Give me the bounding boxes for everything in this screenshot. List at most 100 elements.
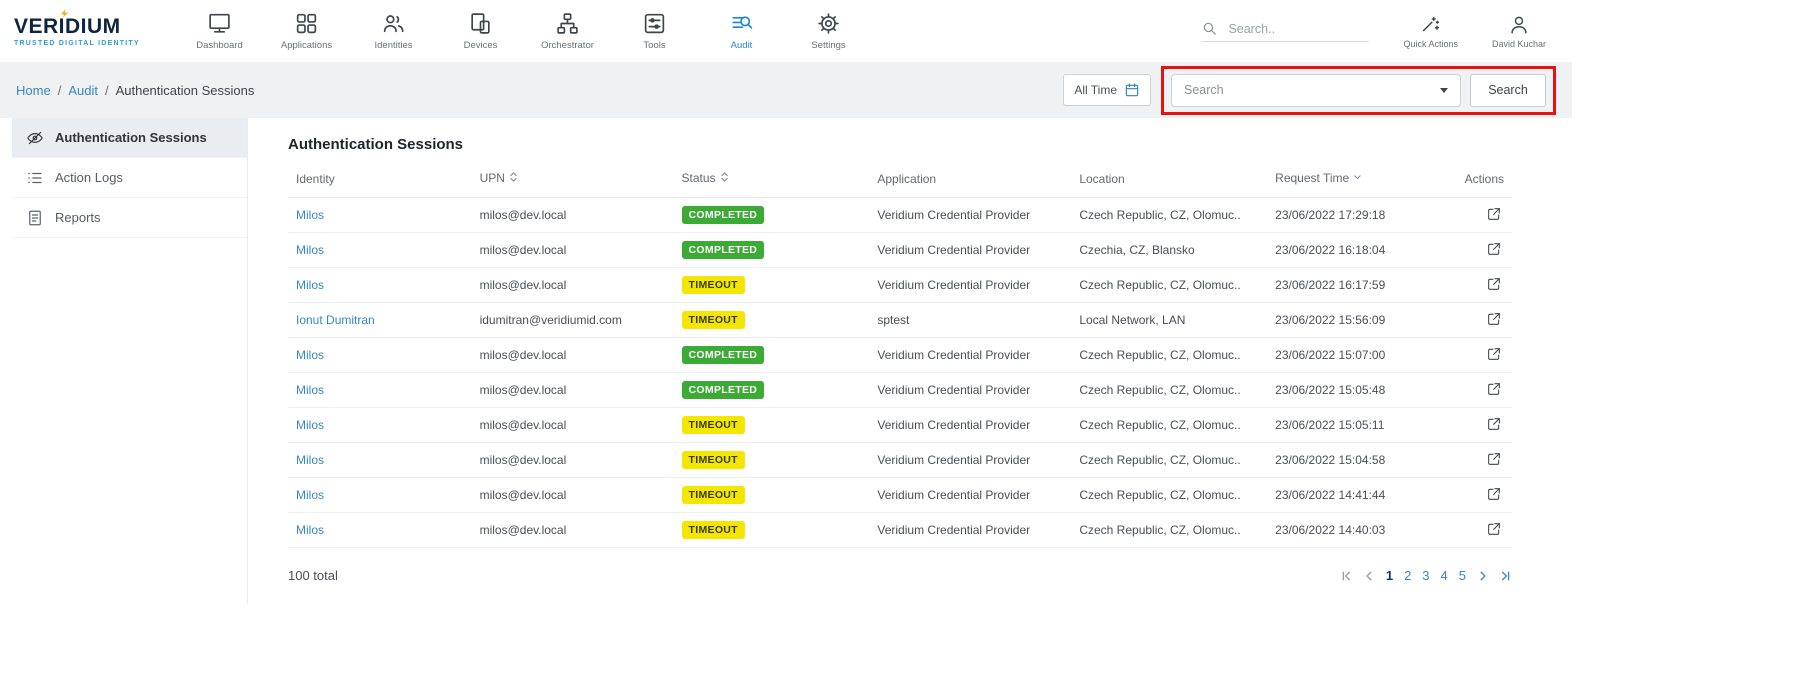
status-badge: TIMEOUT <box>682 276 745 294</box>
chevron-down-icon <box>1440 88 1448 93</box>
sidebar-item-label: Reports <box>55 210 101 225</box>
logo-text: VERIDIUM <box>14 15 121 38</box>
time-filter-label: All Time <box>1074 83 1117 97</box>
upn-cell: milos@dev.local <box>472 478 674 513</box>
quick-actions-icon <box>1420 14 1442 36</box>
pagination-prev-button[interactable] <box>1363 570 1375 582</box>
nav-item-applications[interactable]: Applications <box>263 0 350 62</box>
view-session-icon <box>1486 276 1502 292</box>
global-search-input[interactable] <box>1228 22 1348 36</box>
sidebar-item-reports[interactable]: Reports <box>12 198 247 238</box>
view-session-button[interactable] <box>1484 239 1504 262</box>
user-menu[interactable]: David Kuchar <box>1492 14 1546 49</box>
pagination-last-button[interactable] <box>1500 570 1512 582</box>
status-badge: TIMEOUT <box>682 416 745 434</box>
nav-item-devices[interactable]: Devices <box>437 0 524 62</box>
sort-desc-icon <box>1353 171 1362 186</box>
upn-cell: milos@dev.local <box>472 373 674 408</box>
application-cell: sptest <box>869 303 1071 338</box>
search-button[interactable]: Search <box>1470 74 1546 107</box>
identity-link[interactable]: Milos <box>296 278 324 292</box>
view-session-button[interactable] <box>1484 204 1504 227</box>
view-session-button[interactable] <box>1484 379 1504 402</box>
column-header-request-time[interactable]: Request Time <box>1267 161 1451 198</box>
view-session-button[interactable] <box>1484 344 1504 367</box>
request-time-cell: 23/06/2022 14:41:44 <box>1267 478 1451 513</box>
sidebar-item-label: Authentication Sessions <box>55 130 207 145</box>
logo-wordmark: VERIDIUM <box>14 16 121 37</box>
identity-link[interactable]: Milos <box>296 488 324 502</box>
application-cell: Veridium Credential Provider <box>869 268 1071 303</box>
status-badge: COMPLETED <box>682 206 765 224</box>
application-cell: Veridium Credential Provider <box>869 338 1071 373</box>
column-header-application: Application <box>869 161 1071 198</box>
identity-link[interactable]: Milos <box>296 453 324 467</box>
view-session-button[interactable] <box>1484 414 1504 437</box>
nav-item-label: Applications <box>281 40 332 51</box>
sidebar-item-action-logs[interactable]: Action Logs <box>12 158 247 198</box>
upn-cell: idumitran@veridiumid.com <box>472 303 674 338</box>
table-row: Milos milos@dev.local COMPLETED Veridium… <box>288 198 1512 233</box>
calendar-icon <box>1124 82 1140 98</box>
view-session-button[interactable] <box>1484 519 1504 542</box>
view-session-button[interactable] <box>1484 274 1504 297</box>
pagination-page[interactable]: 1 <box>1386 568 1393 583</box>
audit-icon <box>729 11 754 36</box>
pagination-page[interactable]: 2 <box>1404 568 1411 583</box>
nav-item-tools[interactable]: Tools <box>611 0 698 62</box>
location-cell: Czech Republic, CZ, Olomuc.. <box>1071 373 1267 408</box>
view-session-icon <box>1486 416 1502 432</box>
nav-item-label: Tools <box>643 40 665 51</box>
pagination-page[interactable]: 4 <box>1441 568 1448 583</box>
request-time-cell: 23/06/2022 15:04:58 <box>1267 443 1451 478</box>
request-time-cell: 23/06/2022 16:17:59 <box>1267 268 1451 303</box>
identity-link[interactable]: Milos <box>296 523 324 537</box>
total-count: 100 total <box>288 568 338 583</box>
identity-link[interactable]: Milos <box>296 383 324 397</box>
upn-cell: milos@dev.local <box>472 513 674 548</box>
quick-actions-button[interactable]: Quick Actions <box>1403 14 1458 49</box>
sort-both-icon <box>720 171 729 186</box>
breadcrumb-audit-link[interactable]: Audit <box>68 83 98 98</box>
identity-link[interactable]: Milos <box>296 348 324 362</box>
main-panel: Authentication Sessions Identity UPN Sta… <box>248 118 1572 604</box>
column-header-status[interactable]: Status <box>674 161 870 198</box>
identity-link[interactable]: Milos <box>296 208 324 222</box>
nav-item-label: Settings <box>811 40 845 51</box>
sort-both-icon <box>509 171 518 186</box>
identity-link[interactable]: Milos <box>296 418 324 432</box>
sidebar-item-authentication-sessions[interactable]: Authentication Sessions <box>12 118 247 158</box>
view-session-button[interactable] <box>1484 484 1504 507</box>
column-header-upn[interactable]: UPN <box>472 161 674 198</box>
identity-link[interactable]: Milos <box>296 243 324 257</box>
location-cell: Czech Republic, CZ, Olomuc.. <box>1071 443 1267 478</box>
devices-icon <box>468 11 493 36</box>
column-header-identity: Identity <box>288 161 472 198</box>
logo-bolt-icon <box>60 9 69 18</box>
table-row: Milos milos@dev.local COMPLETED Veridium… <box>288 233 1512 268</box>
location-cell: Czech Republic, CZ, Olomuc.. <box>1071 513 1267 548</box>
sidebar: Authentication Sessions Action Logs Repo… <box>0 118 248 604</box>
sessions-table: Identity UPN Status Application Location… <box>288 161 1512 548</box>
table-row: Milos milos@dev.local TIMEOUT Veridium C… <box>288 408 1512 443</box>
nav-item-audit[interactable]: Audit <box>698 0 785 62</box>
location-cell: Czech Republic, CZ, Olomuc.. <box>1071 408 1267 443</box>
pagination-next-button[interactable] <box>1477 570 1489 582</box>
search-filter-dropdown[interactable]: Search <box>1171 74 1461 107</box>
pagination-page[interactable]: 3 <box>1422 568 1429 583</box>
nav-item-settings[interactable]: Settings <box>785 0 872 62</box>
pagination-pages: 12345 <box>1386 568 1466 583</box>
identity-link[interactable]: Ionut Dumitran <box>296 313 375 327</box>
view-session-button[interactable] <box>1484 449 1504 472</box>
pagination-first-button[interactable] <box>1340 570 1352 582</box>
nav-item-orchestrator[interactable]: Orchestrator <box>524 0 611 62</box>
pagination-page[interactable]: 5 <box>1459 568 1466 583</box>
breadcrumb-home-link[interactable]: Home <box>16 83 51 98</box>
application-cell: Veridium Credential Provider <box>869 198 1071 233</box>
view-session-button[interactable] <box>1484 309 1504 332</box>
veridium-logo[interactable]: VERIDIUM TRUSTED DIGITAL IDENTITY <box>14 16 176 47</box>
time-filter-button[interactable]: All Time <box>1063 74 1151 106</box>
column-header-actions: Actions <box>1451 161 1512 198</box>
nav-item-dashboard[interactable]: Dashboard <box>176 0 263 62</box>
nav-item-identities[interactable]: Identities <box>350 0 437 62</box>
